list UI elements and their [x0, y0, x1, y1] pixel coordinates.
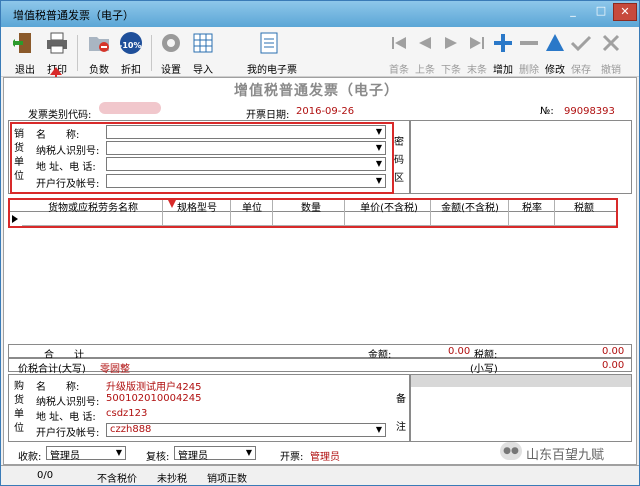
sum-lower-value: 0.00: [602, 360, 625, 371]
status-price-mode: 不含税价: [97, 474, 137, 485]
buyer-address-label: 地 址、电 话:: [36, 412, 96, 423]
wechat-icon: ●●: [500, 442, 522, 460]
buyer-bank-label: 开户行及帐号:: [36, 428, 100, 439]
folder-minus-icon: [89, 37, 109, 52]
close-button[interactable]: ✕: [613, 3, 637, 21]
my-einvoice-button[interactable]: 我的电子票: [247, 31, 297, 76]
buyer-side-label: 购 货 单 位: [14, 381, 24, 434]
tax-value: 0.00: [602, 346, 625, 357]
invoice-window: 增值税普通发票（电子） _ □ ✕ 退出 打印 负数 -10% 折扣 设置 导入…: [0, 0, 640, 486]
title-bar: 增值税普通发票（电子） _ □ ✕: [1, 1, 639, 27]
seller-bank-field[interactable]: ▼: [106, 174, 386, 188]
chevron-down-icon: ▼: [375, 176, 383, 185]
edit-icon: [546, 34, 564, 51]
sum-upper-label: 价税合计(大写): [18, 364, 86, 375]
cipher-area: [410, 120, 632, 194]
status-invoice-type: 销项正数: [207, 474, 247, 485]
chevron-down-icon: ▼: [245, 448, 253, 457]
remark-label: 备 注: [396, 394, 406, 433]
status-bar: 0/0 不含税价 未抄税 销项正数: [1, 465, 639, 485]
prev-icon: [419, 37, 431, 49]
sum-upper-value: 零圆整: [100, 364, 130, 375]
buyer-taxid-value[interactable]: 500102010004245: [106, 393, 201, 404]
printer-icon: [47, 32, 67, 54]
seller-name-label: 名 称:: [36, 130, 80, 141]
invoice-no-label: №:: [540, 106, 554, 117]
checker-label: 复核:: [146, 452, 170, 463]
invoice-date-label: 开票日期:: [246, 110, 290, 121]
issuer-value: 管理员: [310, 452, 340, 463]
chevron-down-icon: ▼: [375, 159, 383, 168]
buyer-address-value[interactable]: csdz123: [106, 408, 147, 419]
x-icon: [602, 34, 620, 52]
chevron-down-icon: ▼: [115, 448, 123, 457]
document-icon: [260, 32, 278, 54]
discount-button[interactable]: -10% 折扣: [115, 31, 147, 76]
first-icon: [392, 37, 406, 49]
status-record-count: 0/0: [37, 470, 54, 481]
seller-address-label: 地 址、电 话:: [36, 162, 96, 173]
status-copy-tax: 未抄税: [157, 474, 187, 485]
import-button[interactable]: 导入: [187, 31, 219, 76]
annotation-arrow-head: [50, 67, 62, 75]
sum-lower-label: (小写): [470, 364, 498, 375]
buyer-name-value[interactable]: 升级版测试用户4245: [106, 378, 201, 393]
seller-address-field[interactable]: ▼: [106, 157, 386, 171]
last-icon: [470, 37, 484, 49]
invoice-code-label: 发票类别代码:: [28, 110, 92, 121]
buyer-name-label: 名 称:: [36, 382, 80, 393]
plus-icon: [494, 34, 512, 52]
total-row: [8, 344, 632, 358]
spreadsheet-icon: [193, 33, 213, 53]
toolbar: 退出 打印 负数 -10% 折扣 设置 导入 我的电子票 首条 上条 下条 末条…: [1, 27, 639, 77]
invoice-date-value: 2016-09-26: [296, 106, 355, 117]
exit-button[interactable]: 退出: [9, 31, 41, 76]
remark-header: [411, 375, 631, 387]
payee-select[interactable]: 管理员 ▼: [46, 446, 126, 462]
remark-area[interactable]: [410, 374, 632, 442]
seller-name-field[interactable]: ▼: [106, 125, 386, 139]
next-icon: [445, 37, 457, 49]
seller-taxid-field[interactable]: ▼: [106, 141, 386, 155]
settings-button[interactable]: 设置: [155, 31, 187, 76]
invoice-heading: 增值税普通发票（电子）: [234, 83, 399, 99]
invoice-code-redacted: [99, 102, 161, 114]
chevron-down-icon: ▼: [375, 143, 383, 152]
gear-icon: [162, 34, 180, 52]
chevron-down-icon: ▼: [375, 127, 383, 136]
payee-label: 收款:: [18, 452, 42, 463]
minimize-button[interactable]: _: [561, 3, 585, 21]
toolbar-separator: [77, 35, 78, 71]
seller-side-label: 销 货 单 位: [14, 129, 24, 182]
window-title: 增值税普通发票（电子）: [13, 9, 134, 22]
checkmark-icon: [570, 35, 592, 52]
issuer-label: 开票:: [280, 452, 304, 463]
invoice-form: 增值税普通发票（电子） 发票类别代码: 开票日期: 2016-09-26 №: …: [3, 77, 637, 465]
invoice-no-value: 99098393: [564, 106, 615, 117]
save-button[interactable]: 保存: [565, 31, 597, 76]
cancel-button[interactable]: 撤销: [595, 31, 627, 76]
maximize-button[interactable]: □: [589, 3, 613, 21]
exit-door-icon: [11, 33, 31, 53]
watermark-text: 山东百望九赋: [526, 448, 605, 463]
toolbar-separator: [151, 35, 152, 71]
minus-icon: [520, 41, 538, 45]
checker-select[interactable]: 管理员 ▼: [174, 446, 256, 462]
buyer-bank-field[interactable]: czzh888 ▼: [106, 423, 386, 437]
buyer-taxid-label: 纳税人识别号:: [36, 397, 100, 408]
cipher-label: 密 码 区: [394, 137, 404, 184]
items-highlight: [8, 198, 618, 228]
seller-taxid-label: 纳税人识别号:: [36, 146, 100, 157]
seller-bank-label: 开户行及帐号:: [36, 179, 100, 190]
negative-button[interactable]: 负数: [83, 31, 115, 76]
chevron-down-icon: ▼: [375, 425, 383, 434]
amount-value: 0.00: [448, 346, 471, 357]
annotation-arrow: [168, 200, 176, 208]
